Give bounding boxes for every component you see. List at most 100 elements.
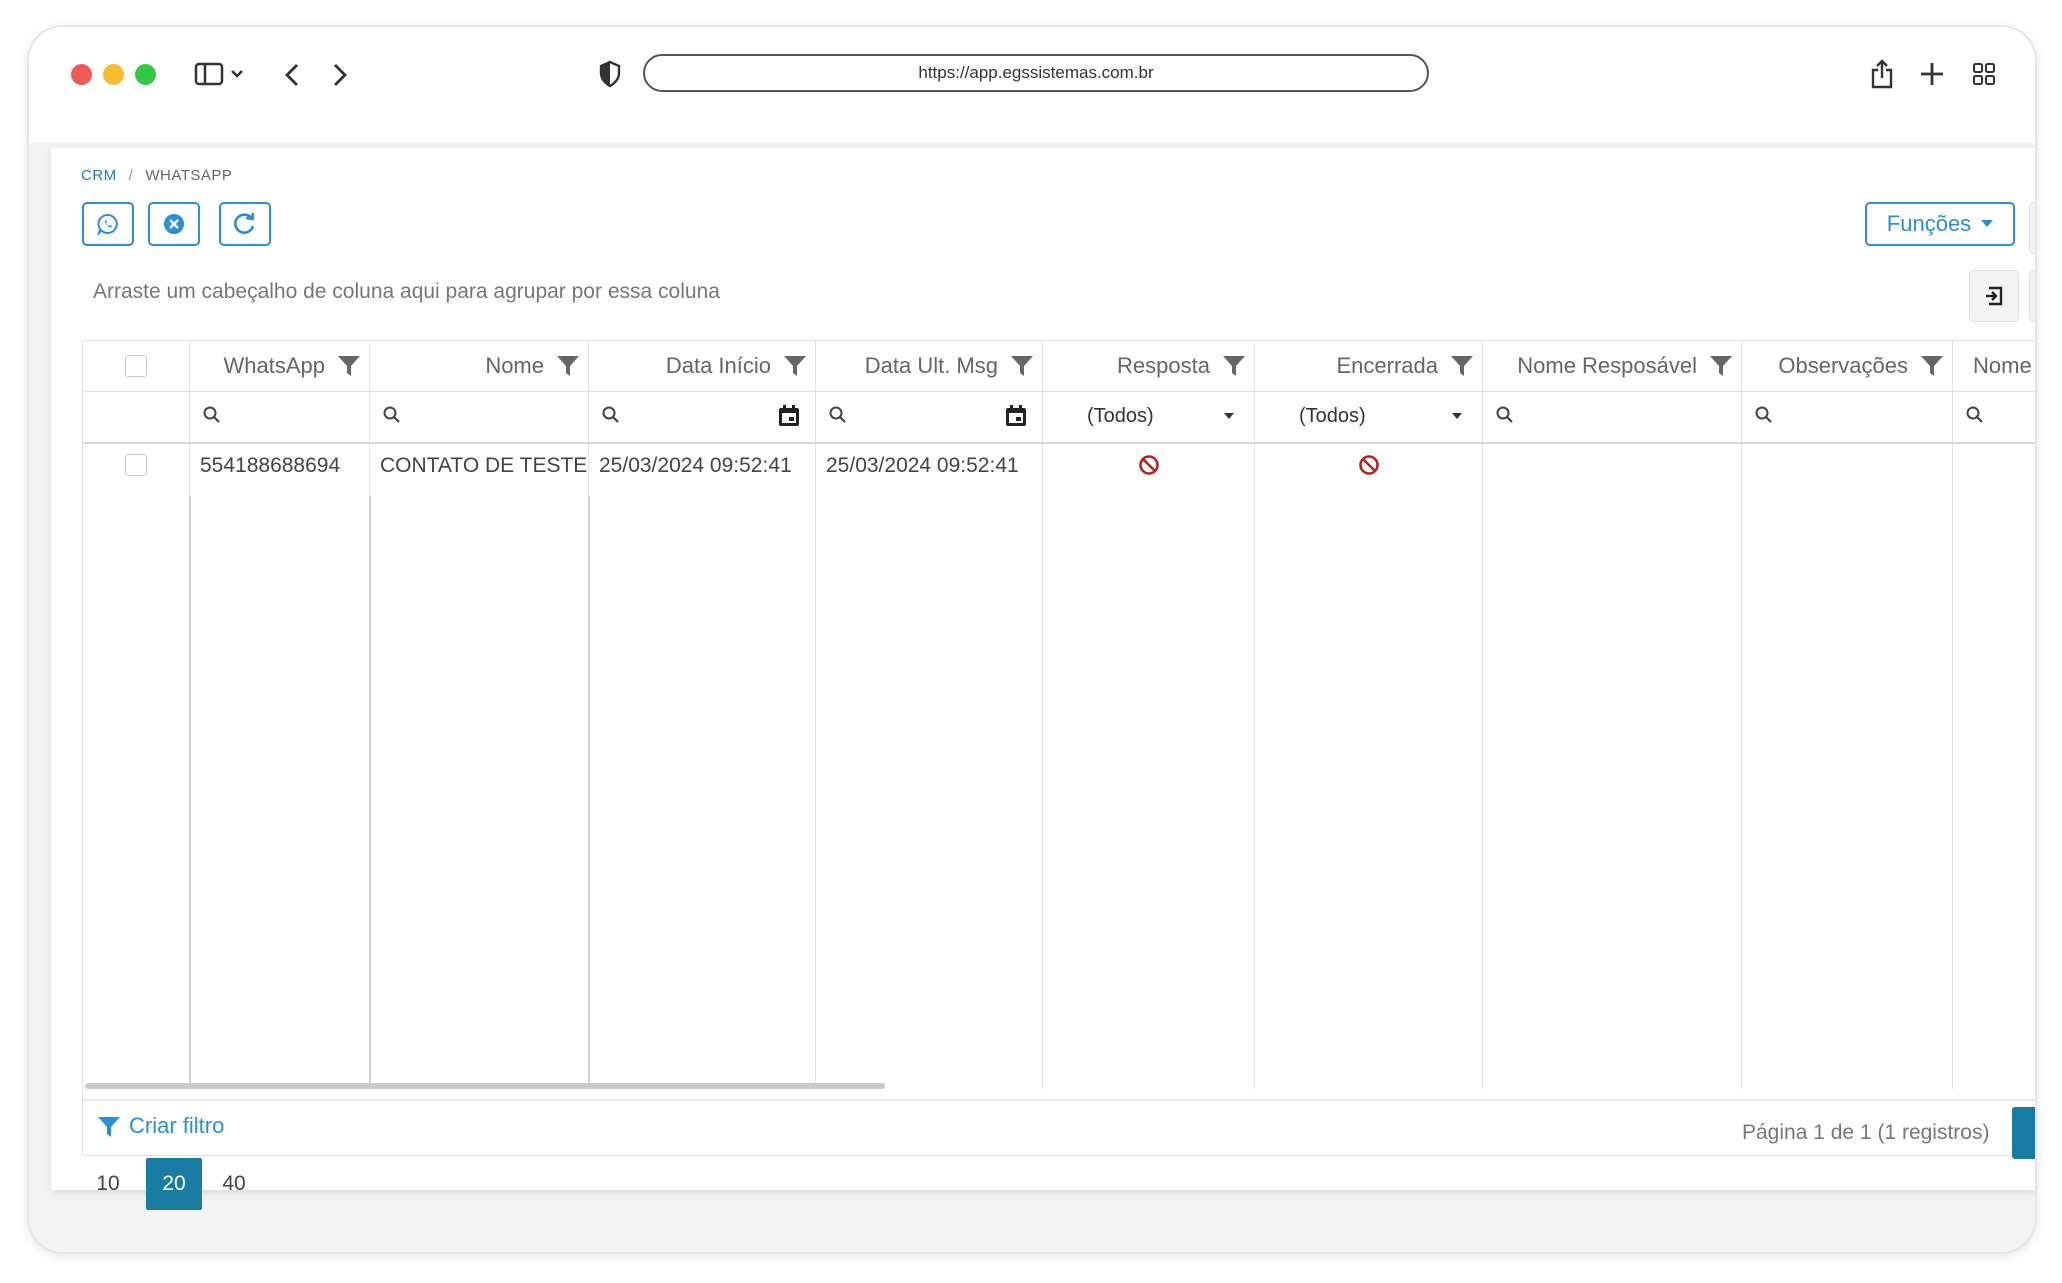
funnel-icon[interactable]	[1010, 354, 1034, 378]
no-icon	[1138, 455, 1159, 475]
refresh-icon	[234, 212, 255, 234]
column-header-observacoes[interactable]: Observações	[1742, 341, 1953, 391]
search-icon	[203, 406, 220, 423]
filter-data-inicio-input[interactable]	[589, 391, 816, 442]
select-all-checkbox[interactable]	[125, 355, 147, 377]
cell-resposta[interactable]	[1043, 444, 1255, 496]
page-size-40[interactable]: 40	[206, 1158, 262, 1210]
export-button[interactable]	[1969, 270, 2019, 322]
share-button[interactable]	[1865, 55, 1899, 93]
breadcrumb-crm-link[interactable]: CRM	[81, 167, 117, 184]
column-divider	[369, 496, 371, 1089]
cell-observacoes[interactable]	[1742, 444, 1953, 496]
column-header-label: Encerrada	[1336, 353, 1438, 378]
caret-down-icon	[1981, 220, 1994, 227]
cell-data-inicio[interactable]: 25/03/2024 09:52:41	[589, 444, 816, 496]
chevron-right-icon	[334, 64, 347, 86]
funnel-icon[interactable]	[1709, 354, 1733, 378]
table-row[interactable]: 554188688694 CONTATO DE TESTE 25/03/2024…	[83, 444, 2035, 496]
page-size-10[interactable]: 10	[80, 1158, 136, 1210]
column-header-nome-2[interactable]: Nome	[1953, 341, 2035, 391]
plus-icon	[1921, 63, 1943, 85]
select-all-cell	[83, 341, 190, 391]
column-header-label: Resposta	[1117, 353, 1210, 378]
cell-data-ult-msg[interactable]: 25/03/2024 09:52:41	[816, 444, 1043, 496]
filter-resposta-select[interactable]: (Todos)	[1043, 391, 1255, 442]
sidebar-toggle-button[interactable]	[191, 59, 251, 89]
privacy-shield-button[interactable]	[595, 59, 625, 89]
browser-window: https://app.egssistemas.com.br CRM / WHA…	[27, 25, 2037, 1254]
cell-nome-responsavel[interactable]	[1483, 444, 1742, 496]
breadcrumb-separator: /	[128, 167, 134, 184]
funnel-icon[interactable]	[337, 354, 361, 378]
column-header-label: Nome	[1973, 353, 2032, 378]
funnel-icon[interactable]	[97, 1115, 121, 1139]
search-icon	[1966, 406, 1983, 423]
forward-button[interactable]	[325, 60, 355, 90]
column-chooser-button[interactable]	[2029, 270, 2035, 322]
page-1-button[interactable]	[2012, 1107, 2035, 1159]
filter-cell-empty	[83, 391, 190, 442]
horizontal-scrollbar[interactable]	[85, 1083, 885, 1089]
column-divider	[189, 496, 191, 1089]
column-header-label: Observações	[1778, 353, 1908, 378]
filter-toggle-button[interactable]	[2029, 202, 2035, 254]
close-conversation-button[interactable]	[148, 202, 200, 246]
filter-nome-responsavel-input[interactable]	[1483, 391, 1742, 442]
funnel-icon[interactable]	[556, 354, 580, 378]
functions-dropdown-button[interactable]: Funções	[1865, 202, 2015, 246]
funnel-icon[interactable]	[1450, 354, 1474, 378]
cell-nome[interactable]: CONTATO DE TESTE	[370, 444, 589, 496]
whatsapp-button[interactable]	[82, 202, 134, 246]
sidebar-icon	[194, 62, 243, 86]
functions-label: Funções	[1886, 211, 1972, 236]
export-icon	[1986, 286, 2003, 306]
breadcrumb-current: WHATSAPP	[145, 167, 233, 184]
column-header-nome-responsavel[interactable]: Nome Resposável	[1483, 341, 1742, 391]
column-header-data-inicio[interactable]: Data Início	[589, 341, 816, 391]
filter-observacoes-input[interactable]	[1742, 391, 1953, 442]
tab-overview-button[interactable]	[1967, 57, 2001, 91]
column-header-resposta[interactable]: Resposta	[1043, 341, 1255, 391]
column-header-whatsapp[interactable]: WhatsApp	[190, 341, 370, 391]
row-select-cell	[83, 444, 190, 496]
funnel-icon[interactable]	[783, 354, 807, 378]
back-button[interactable]	[277, 60, 307, 90]
filter-select-value: (Todos)	[1299, 405, 1366, 427]
grid-icon	[1973, 63, 1995, 85]
cell-whatsapp[interactable]: 554188688694	[190, 444, 370, 496]
pager-info: Página 1 de 1 (1 registros)	[1742, 1121, 1990, 1144]
maximize-window-button[interactable]	[135, 64, 156, 85]
no-icon	[1358, 455, 1379, 475]
close-circle-icon	[164, 214, 184, 234]
filter-encerrada-select[interactable]: (Todos)	[1255, 391, 1483, 442]
refresh-button[interactable]	[219, 202, 271, 246]
funnel-icon[interactable]	[1920, 354, 1944, 378]
calendar-icon[interactable]	[777, 404, 801, 428]
column-divider	[1254, 496, 1255, 1089]
filter-nome-2-input[interactable]	[1953, 391, 2035, 442]
minimize-window-button[interactable]	[103, 64, 124, 85]
column-header-label: Data Ult. Msg	[864, 353, 998, 378]
filter-data-ult-msg-input[interactable]	[816, 391, 1043, 442]
address-bar[interactable]: https://app.egssistemas.com.br	[643, 54, 1429, 92]
column-header-label: Nome Resposável	[1517, 353, 1697, 378]
cell-nome-2[interactable]	[1953, 444, 2035, 496]
column-header-data-ult-msg[interactable]: Data Ult. Msg	[816, 341, 1043, 391]
filter-nome-input[interactable]	[370, 391, 589, 442]
search-icon	[602, 406, 619, 423]
cell-encerrada[interactable]	[1255, 444, 1483, 496]
page-size-20[interactable]: 20	[146, 1158, 202, 1210]
column-header-label: WhatsApp	[223, 353, 326, 378]
close-window-button[interactable]	[71, 64, 92, 85]
grid-column-lines	[83, 496, 2035, 1089]
funnel-icon[interactable]	[1222, 354, 1246, 378]
create-filter-link[interactable]: Criar filtro	[129, 1113, 224, 1139]
app-content: CRM / WHATSAPP Funções Arraste um cabeça…	[51, 148, 2035, 1210]
calendar-icon[interactable]	[1004, 404, 1028, 428]
filter-whatsapp-input[interactable]	[190, 391, 370, 442]
new-tab-button[interactable]	[1915, 57, 1949, 91]
column-header-nome[interactable]: Nome	[370, 341, 589, 391]
row-checkbox[interactable]	[125, 454, 147, 476]
column-header-encerrada[interactable]: Encerrada	[1255, 341, 1483, 391]
